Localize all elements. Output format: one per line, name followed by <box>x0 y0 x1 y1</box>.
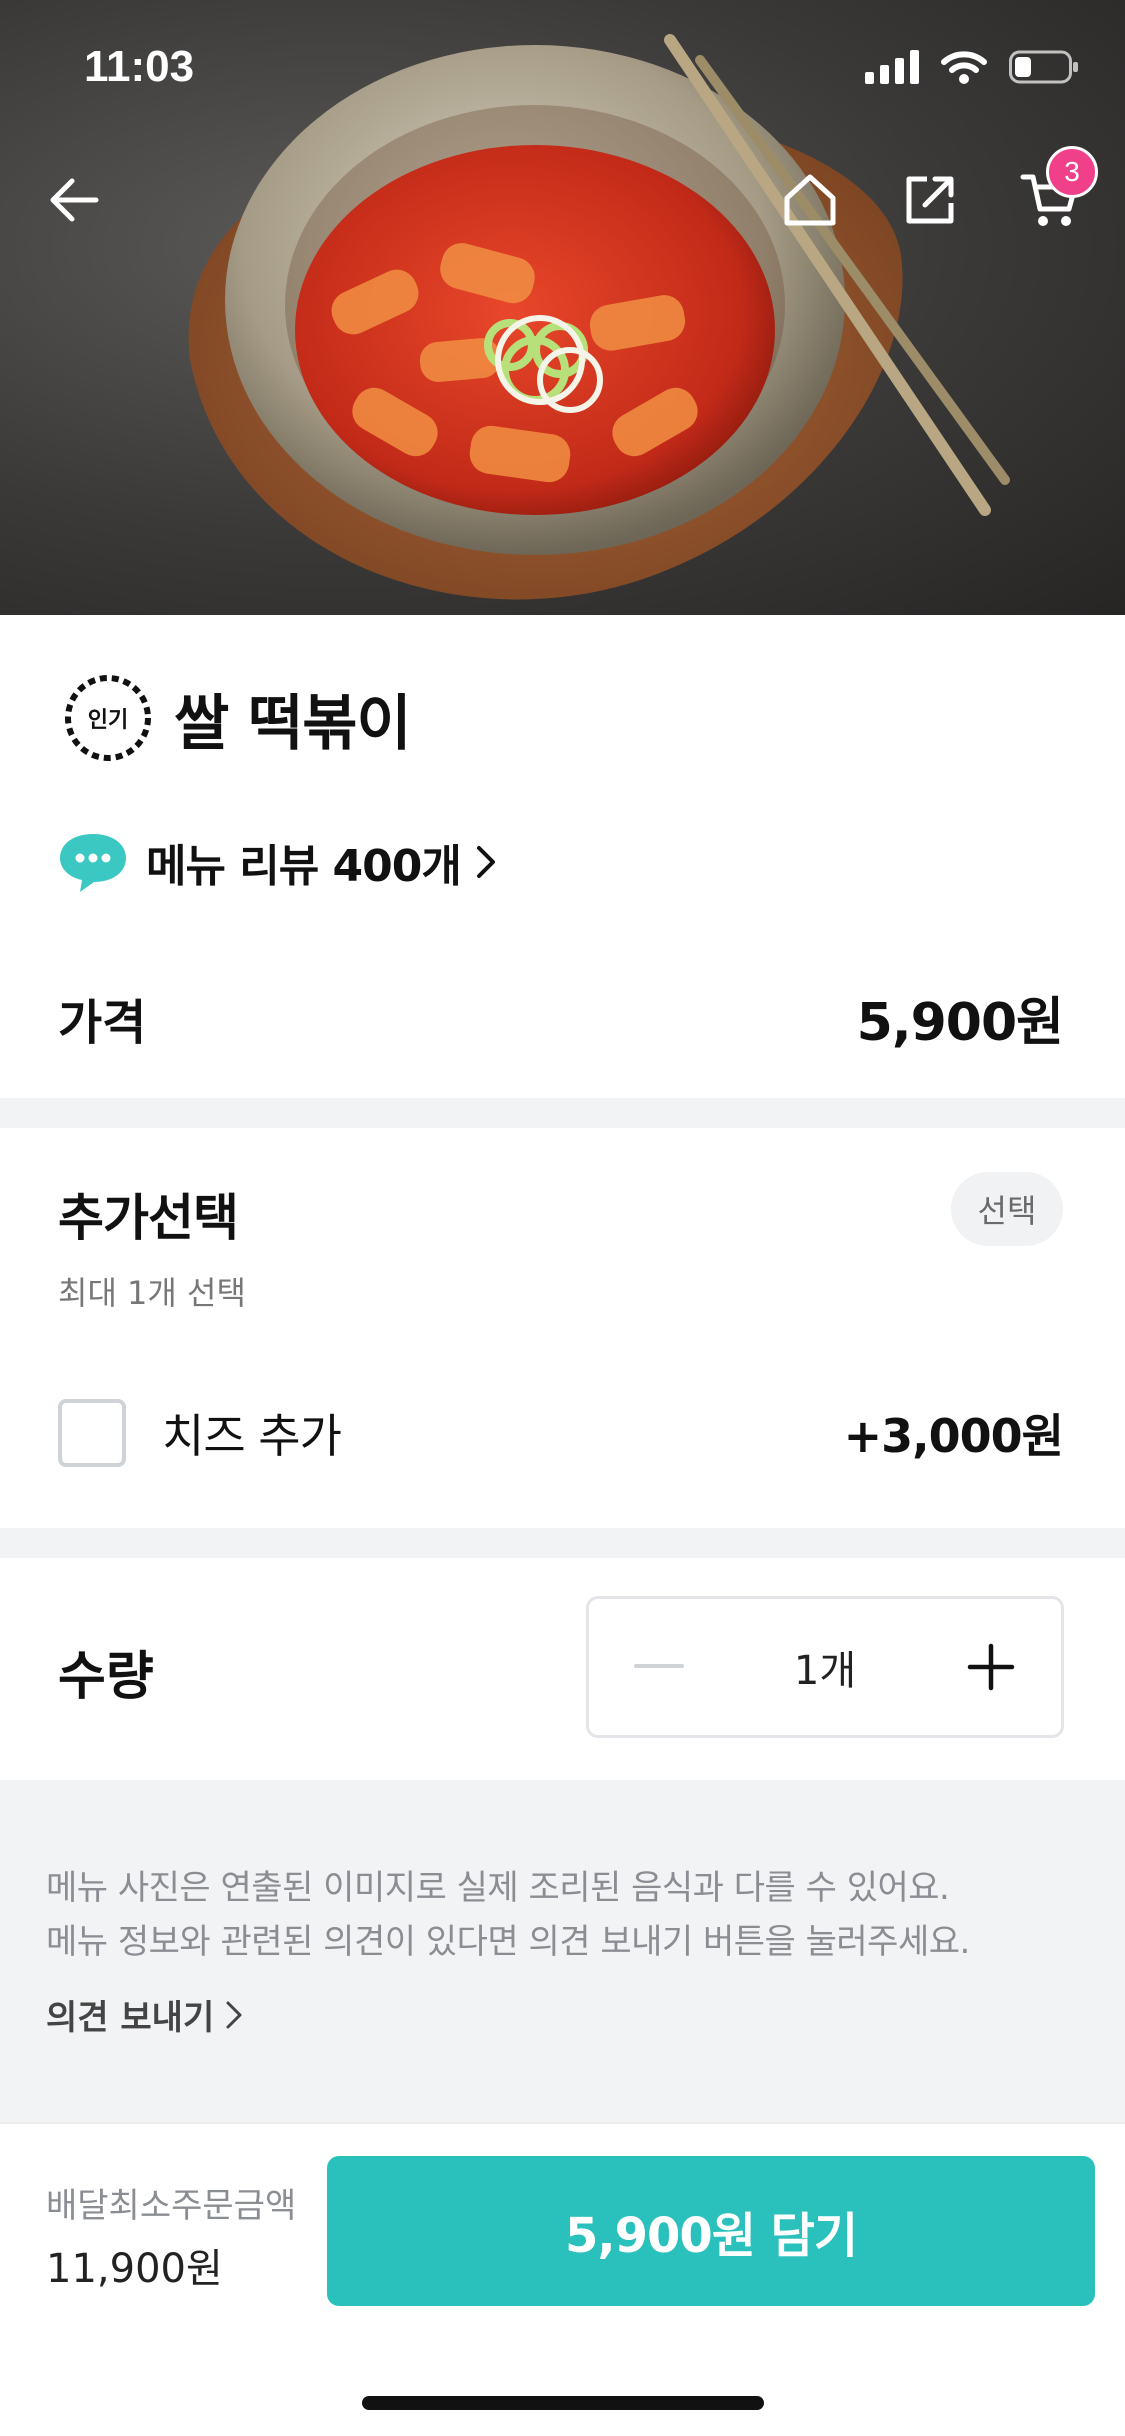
option-item-cheese[interactable]: 치즈 추가 +3,000원 <box>58 1398 1064 1468</box>
chevron-right-icon <box>476 846 495 878</box>
min-order-label: 배달최소주문금액 <box>46 2186 297 2226</box>
send-feedback-link[interactable]: 의견 보내기 <box>46 1990 244 2039</box>
section-divider <box>0 1098 1125 1128</box>
options-subtitle: 최대 1개 선택 <box>58 1274 246 1312</box>
home-icon <box>784 174 836 226</box>
option-price: +3,000원 <box>843 1409 1064 1463</box>
price-value: 5,900원 <box>856 993 1064 1053</box>
cart-count-badge: 3 <box>1046 146 1098 198</box>
back-arrow-icon <box>50 178 99 222</box>
battery-icon <box>1009 50 1078 84</box>
chat-bubble-icon <box>60 834 126 892</box>
price-label: 가격 <box>58 994 147 1051</box>
status-bar: 11:03 <box>0 0 1125 140</box>
quantity-stepper: 1개 <box>586 1596 1064 1738</box>
status-time: 11:03 <box>84 42 195 91</box>
popular-badge-label: 인기 <box>87 708 129 733</box>
menu-photo: 11:03 3 <box>0 0 1125 615</box>
menu-review-link[interactable]: 메뉴 리뷰 400개 <box>58 830 497 894</box>
notice-line-2: 메뉴 정보와 관련된 의견이 있다면 의견 보내기 버튼을 눌러주세요. <box>46 1922 970 1962</box>
options-title: 추가선택 <box>58 1189 239 1247</box>
plus-icon <box>967 1643 1015 1691</box>
add-to-cart-button[interactable]: 5,900원 담기 <box>327 2156 1095 2306</box>
chevron-right-icon <box>226 2001 242 2028</box>
options-optional-tag: 선택 <box>951 1172 1063 1246</box>
status-icons <box>865 50 1079 84</box>
share-icon <box>906 176 954 224</box>
menu-title: 쌀 떡볶이 <box>174 688 412 759</box>
top-navigation: 3 <box>0 146 1125 250</box>
increase-button[interactable] <box>961 1637 1021 1697</box>
menu-notice: 메뉴 사진은 연출된 이미지로 실제 조리된 음식과 다를 수 있어요. 메뉴 … <box>0 1780 1125 2122</box>
send-feedback-label: 의견 보내기 <box>46 1998 215 2038</box>
notice-line-1: 메뉴 사진은 연출된 이미지로 실제 조리된 음식과 다를 수 있어요. <box>46 1868 950 1908</box>
cellular-signal-icon <box>865 50 919 84</box>
back-button[interactable] <box>34 160 114 240</box>
home-button[interactable] <box>770 160 850 240</box>
decrease-button[interactable] <box>629 1637 689 1697</box>
menu-review-count: 메뉴 리뷰 400개 <box>146 841 462 892</box>
quantity-label: 수량 <box>58 1647 154 1707</box>
min-order-value: 11,900원 <box>46 2246 223 2292</box>
price-row: 가격 5,900원 <box>58 980 1064 1055</box>
cart-button[interactable]: 3 <box>1010 146 1098 240</box>
minus-icon <box>634 1664 684 1668</box>
menu-title-row: 인기 쌀 떡볶이 <box>58 668 412 768</box>
bottom-order-bar: 배달최소주문금액 11,900원 5,900원 담기 <box>0 2122 1125 2436</box>
option-checkbox[interactable] <box>58 1399 126 1467</box>
option-name: 치즈 추가 <box>162 1409 342 1463</box>
wifi-icon <box>941 51 987 84</box>
quantity-value: 1개 <box>793 1648 857 1694</box>
popular-badge: 인기 <box>58 668 158 768</box>
home-indicator <box>362 2396 764 2410</box>
share-button[interactable] <box>890 160 970 240</box>
section-divider <box>0 1528 1125 1558</box>
